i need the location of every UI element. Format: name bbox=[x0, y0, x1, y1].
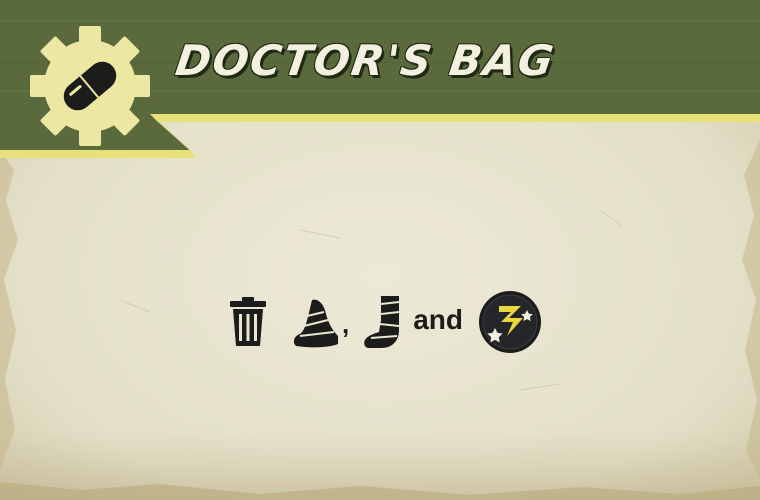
doctors-bag-card: DOCTOR'S BAG , and bbox=[0, 0, 760, 500]
card-title: DOCTOR'S BAG bbox=[172, 36, 559, 85]
separator-comma: , bbox=[342, 309, 350, 339]
trash-can-icon bbox=[228, 290, 268, 354]
and-text: and bbox=[413, 304, 464, 335]
stunned-token-icon bbox=[477, 290, 543, 354]
gear-badge bbox=[28, 24, 152, 148]
effect-line: , and bbox=[228, 290, 543, 354]
bandaged-leg-icon bbox=[363, 290, 405, 354]
bandaged-arm-icon bbox=[290, 290, 340, 354]
